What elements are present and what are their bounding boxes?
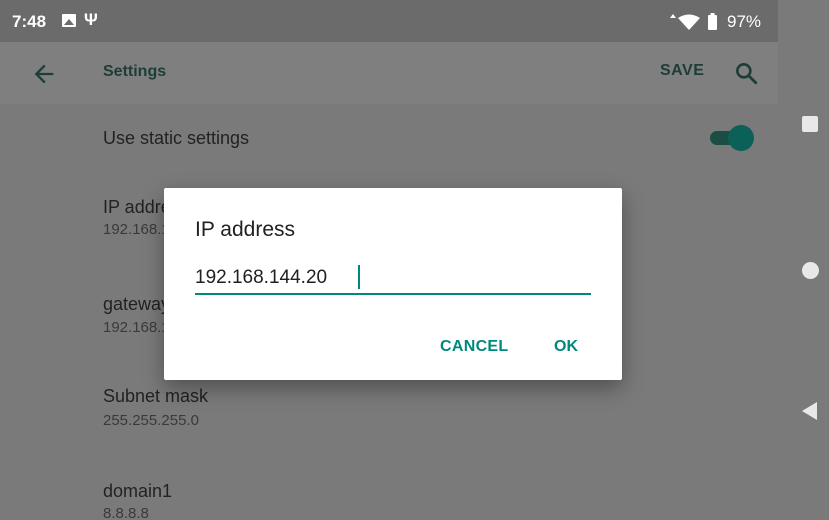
system-nav-bar <box>778 0 829 520</box>
toggle-thumb <box>728 125 754 151</box>
domain-value: 8.8.8.8 <box>103 505 149 520</box>
search-icon[interactable] <box>733 60 759 86</box>
home-circle-icon[interactable] <box>802 262 819 279</box>
dialog-title: IP address <box>195 218 296 241</box>
battery-icon <box>708 13 717 30</box>
status-time: 7:48 <box>12 12 47 31</box>
usb-icon: Ψ <box>84 10 98 29</box>
recents-square-icon[interactable] <box>802 116 818 132</box>
device-screen: 7:48 Ψ 97% Settings SAVE Use static sett… <box>0 0 778 520</box>
save-button[interactable]: SAVE <box>660 62 704 80</box>
static-settings-toggle[interactable] <box>710 125 754 151</box>
text-cursor <box>358 265 360 289</box>
cancel-button[interactable]: CANCEL <box>440 338 508 356</box>
gateway-label: gateway <box>103 294 171 314</box>
battery-percent: 97% <box>727 12 762 31</box>
subnet-mask-value: 255.255.255.0 <box>103 412 199 429</box>
page-title: Settings <box>103 63 167 80</box>
data-arrows-icon <box>670 14 676 18</box>
image-icon <box>62 14 76 27</box>
status-bar: 7:48 Ψ 97% <box>0 0 778 42</box>
back-triangle-icon[interactable] <box>802 402 817 420</box>
ip-address-input[interactable] <box>195 263 591 295</box>
subnet-mask-label: Subnet mask <box>103 386 209 406</box>
ip-address-dialog: IP address CANCEL OK <box>164 188 622 380</box>
domain-label: domain1 <box>103 481 173 501</box>
ok-button[interactable]: OK <box>554 338 578 356</box>
app-bar: Settings SAVE <box>0 42 778 104</box>
back-arrow-icon[interactable] <box>30 60 58 88</box>
status-icons <box>670 13 717 30</box>
static-settings-label: Use static settings <box>103 128 250 148</box>
wifi-icon <box>678 14 700 30</box>
